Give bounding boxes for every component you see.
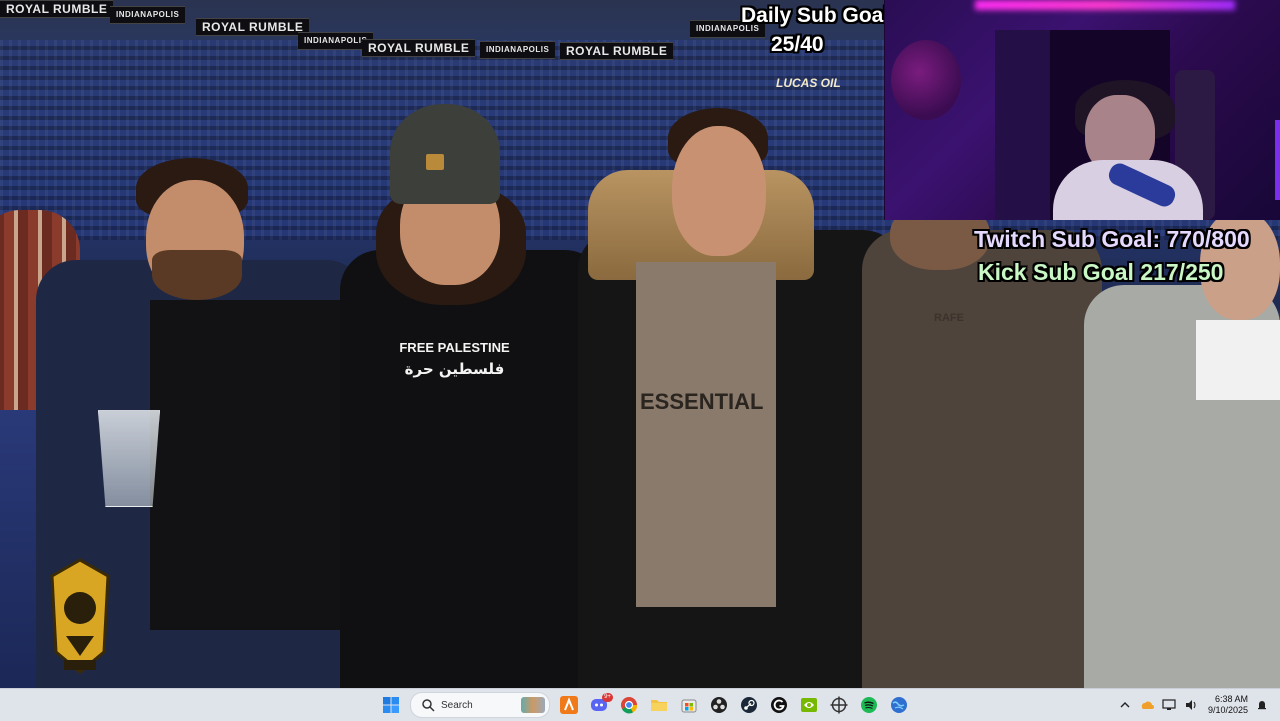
discord-badge: 9+ [602,693,613,702]
daily-sub-goal-count: 25/40 [771,33,824,56]
streamer-crest-logo [50,558,110,674]
search-icon [422,699,435,712]
search-placeholder: Search [441,699,473,711]
windows-taskbar: Search 9+ 6:38 AM 9/10/2025 [0,688,1280,721]
network-icon[interactable] [1160,696,1178,714]
arena-banner: ROYAL RUMBLE [0,0,114,18]
arena-banner: ROYAL RUMBLE [362,39,476,57]
shirt-print-essential: ESSENTIAL [640,389,764,414]
crosshair-app-icon[interactable] [827,693,851,717]
taskbar-pinned-apps: Search 9+ [376,689,914,721]
sponsor-sign: LUCAS OIL [776,76,841,90]
arena-banner: ROYAL RUMBLE [196,18,310,36]
arena-banner: INDIANAPOLIS [110,6,186,24]
chevron-up-icon[interactable] [1116,696,1134,714]
search-highlight-image [521,697,545,713]
clock-time: 6:38 AM [1214,694,1248,704]
spotify-icon[interactable] [857,693,881,717]
steam-icon[interactable] [737,693,761,717]
file-explorer-icon[interactable] [647,693,671,717]
discord-icon[interactable]: 9+ [587,693,613,717]
twitch-sub-goal: Twitch Sub Goal: 770/800 [974,226,1250,252]
daily-sub-goal-title: Daily Sub Goal [741,4,890,27]
arena-banner: ROYAL RUMBLE [560,42,674,60]
shirt-print-line1: FREE PALESTINE [399,340,510,355]
system-tray: 6:38 AM 9/10/2025 [1114,689,1280,721]
nvidia-icon[interactable] [797,693,821,717]
windows-start-icon[interactable] [379,693,403,717]
notification-bell-icon[interactable] [1254,697,1270,713]
volume-icon[interactable] [1182,696,1200,714]
shirt-print-line2: فلسطين حرة [404,360,505,378]
app-orange-a-icon[interactable] [557,693,581,717]
taskbar-search-box[interactable]: Search [410,692,550,718]
globe-app-icon[interactable] [887,693,911,717]
clock-date: 9/10/2025 [1207,705,1248,715]
chrome-icon[interactable] [617,693,641,717]
arena-banner: INDIANAPOLIS [480,41,556,59]
hoodie-print: RAFE [934,312,964,324]
obs-icon[interactable] [707,693,731,717]
onedrive-sync-icon[interactable] [1138,696,1156,714]
kick-sub-goal: Kick Sub Goal 217/250 [978,259,1224,285]
taskbar-clock[interactable]: 6:38 AM 9/10/2025 [1208,694,1248,716]
webcam-overlay [884,0,1280,220]
store-icon[interactable] [677,693,701,717]
logitech-g-icon[interactable] [767,693,791,717]
plastic-cup [98,410,160,507]
